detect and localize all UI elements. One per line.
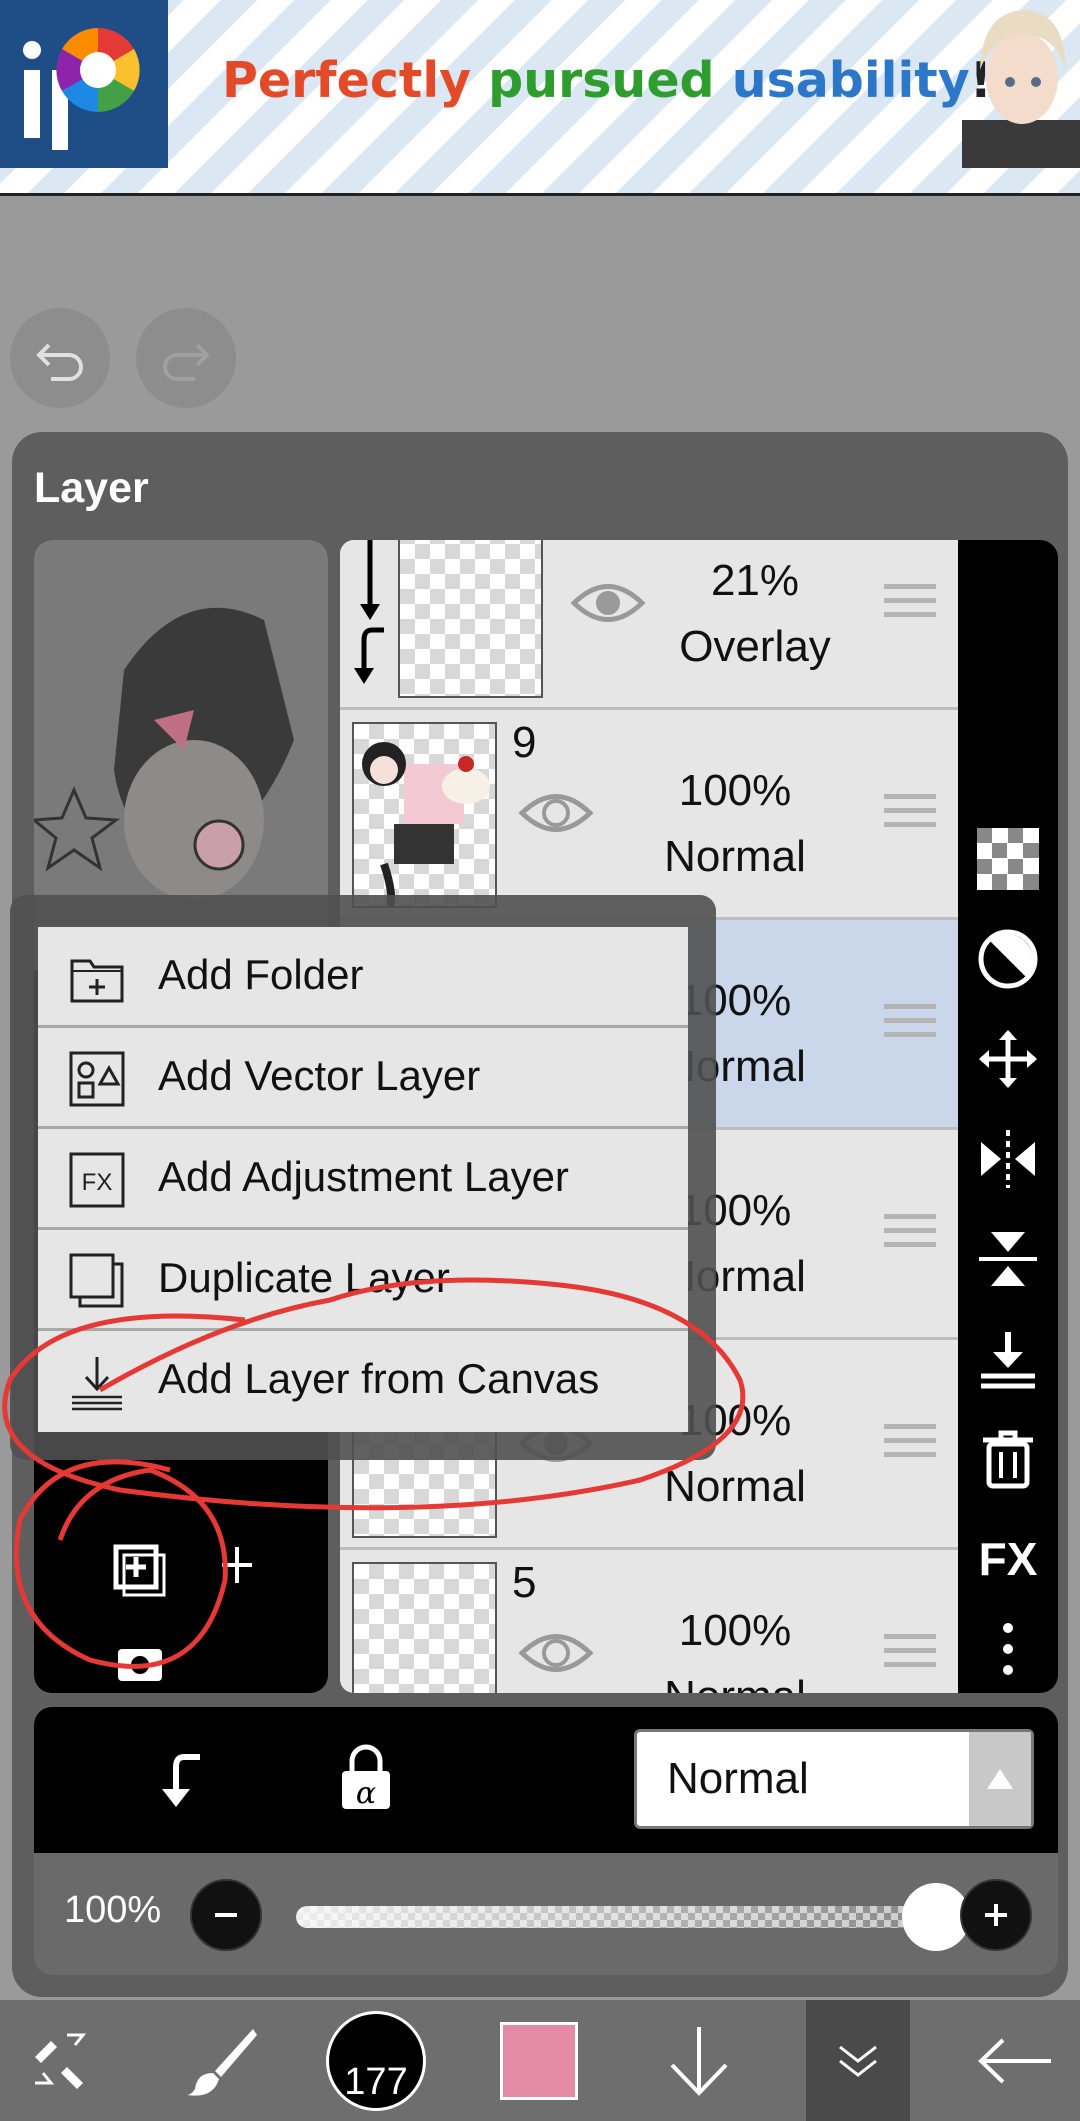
drag-handle-icon[interactable]	[884, 1424, 936, 1468]
banner-word: Perfectly	[222, 52, 472, 109]
menu-item-label: Duplicate Layer	[158, 1254, 450, 1301]
banner-character-image	[962, 0, 1080, 168]
brush-size-button[interactable]: 177	[324, 2000, 428, 2121]
minus-icon	[215, 1913, 237, 1917]
banner-word: usability	[731, 52, 970, 109]
add-layer-icon	[113, 1544, 166, 1597]
layer-tools-column: FX	[958, 540, 1058, 1693]
menu-item-add-folder[interactable]: Add Folder	[38, 927, 688, 1028]
more-options-icon[interactable]	[977, 1618, 1039, 1680]
menu-item-add-layer-from-canvas[interactable]: Add Layer from Canvas	[38, 1331, 688, 1432]
merge-icon	[222, 1547, 252, 1583]
flip-vertical-icon[interactable]	[977, 1228, 1039, 1290]
layer-blend-mode: Overlay	[679, 622, 831, 671]
redo-button[interactable]	[136, 308, 236, 408]
flip-horizontal-icon[interactable]	[977, 1128, 1039, 1190]
panel-title: Layer	[34, 464, 149, 512]
layer-row[interactable]: 10 21% Overlay	[340, 540, 958, 710]
menu-item-add-vector-layer[interactable]: Add Vector Layer	[38, 1028, 688, 1129]
layer-number: 5	[512, 1558, 537, 1607]
ibis-paint-logo	[0, 0, 168, 168]
clipping-icon[interactable]	[154, 1747, 214, 1811]
opacity-bar: 100%	[34, 1853, 1058, 1975]
triangle-up-icon	[969, 1732, 1031, 1826]
folder-plus-icon	[70, 959, 124, 1003]
camera-icon	[118, 1649, 162, 1681]
layer-number: 9	[512, 718, 537, 767]
ad-banner[interactable]: Perfectly pursued usability!	[0, 0, 1080, 196]
clipping-arrow-icon	[350, 540, 390, 710]
drag-handle-icon[interactable]	[884, 1004, 936, 1048]
visibility-eye-icon[interactable]	[570, 578, 646, 628]
canvas-import-icon	[72, 1357, 122, 1411]
layer-blend-mode: Normal	[630, 1672, 840, 1693]
merge-down-icon[interactable]	[977, 1328, 1039, 1390]
layer-thumbnail	[352, 722, 497, 908]
layer-thumbnail	[398, 540, 543, 698]
opacity-decrease-button[interactable]	[190, 1879, 262, 1951]
double-chevron-down-icon	[839, 2045, 877, 2077]
menu-item-add-adjustment-layer[interactable]: FX Add Adjustment Layer	[38, 1129, 688, 1230]
svg-text:FX: FX	[82, 1169, 113, 1196]
brush-icon[interactable]	[178, 2000, 268, 2121]
plus-icon	[985, 1904, 1007, 1926]
bottom-toolbar: 177	[0, 2000, 1080, 2121]
opacity-value: 100%	[64, 1889, 162, 1931]
layer-row[interactable]: 9 100% Normal	[340, 710, 958, 920]
layer-opacity: 100%	[678, 766, 792, 815]
move-icon[interactable]	[977, 1028, 1039, 1090]
drag-handle-icon[interactable]	[884, 1634, 936, 1678]
layer-number: 10	[550, 540, 599, 544]
color-button[interactable]	[494, 2000, 584, 2121]
drag-handle-icon[interactable]	[884, 584, 936, 628]
layer-opacity: 100%	[678, 1606, 792, 1655]
layer-blend-mode: Normal	[664, 1462, 806, 1511]
color-swatch	[500, 2021, 578, 2100]
add-layer-menu: Add Folder Add Vector Layer FX Add Adjus…	[38, 927, 688, 1432]
alpha-lock-icon[interactable]: α	[338, 1743, 394, 1813]
trash-icon[interactable]	[977, 1428, 1039, 1490]
menu-item-label: Add Adjustment Layer	[158, 1153, 569, 1200]
invert-icon[interactable]	[977, 928, 1039, 990]
layer-opacity: 21%	[710, 556, 800, 605]
drag-handle-icon[interactable]	[884, 1214, 936, 1258]
undo-button[interactable]	[10, 308, 110, 408]
menu-item-duplicate-layer[interactable]: Duplicate Layer	[38, 1230, 688, 1331]
layer-thumbnail	[352, 1562, 497, 1693]
vector-layer-icon	[69, 1051, 125, 1107]
drag-handle-icon[interactable]	[884, 794, 936, 838]
opacity-increase-button[interactable]	[960, 1879, 1032, 1951]
blend-mode-select[interactable]: Normal	[634, 1729, 1034, 1829]
visibility-eye-icon[interactable]	[518, 1628, 594, 1678]
tool-select-icon[interactable]	[20, 2000, 110, 2121]
visibility-eye-icon[interactable]	[518, 788, 594, 838]
fx-icon[interactable]: FX	[977, 1528, 1039, 1590]
layer-down-arrow-icon[interactable]	[654, 2000, 744, 2121]
banner-slogan: Perfectly pursued usability!	[222, 52, 992, 109]
layer-row[interactable]: 5 100% Normal	[340, 1550, 958, 1693]
brush-size-value: 177	[326, 2010, 426, 2111]
duplicate-icon	[69, 1253, 124, 1308]
menu-item-label: Add Folder	[158, 951, 364, 998]
opacity-slider[interactable]	[296, 1906, 936, 1928]
svg-text:α: α	[356, 1776, 376, 1811]
collapse-panel-button[interactable]	[806, 2000, 910, 2121]
blend-mode-value: Normal	[667, 1754, 809, 1803]
menu-item-label: Add Vector Layer	[158, 1052, 481, 1099]
transparency-checker-icon[interactable]	[977, 828, 1039, 890]
blend-mode-bar: α Normal	[34, 1707, 1058, 1853]
menu-item-label: Add Layer from Canvas	[158, 1355, 600, 1402]
back-arrow-icon[interactable]	[960, 2000, 1070, 2121]
redo-icon	[163, 343, 210, 381]
layer-blend-mode: Normal	[664, 832, 806, 881]
fx-icon: FX	[69, 1152, 125, 1208]
banner-word: pursued	[488, 52, 715, 109]
undo-icon	[36, 343, 83, 381]
